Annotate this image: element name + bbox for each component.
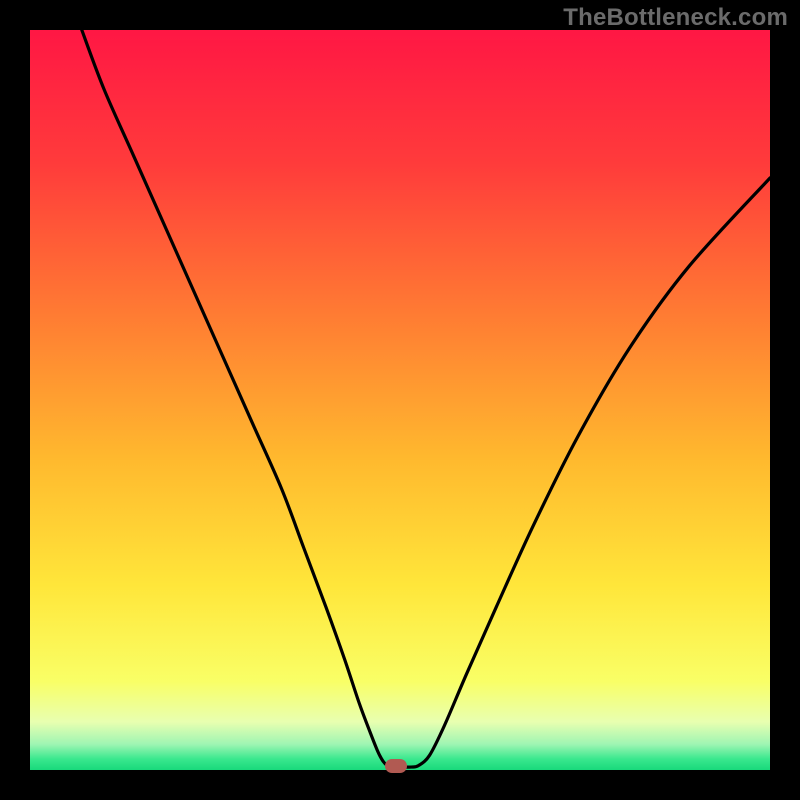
bottleneck-curve — [30, 30, 770, 770]
chart-frame: TheBottleneck.com — [0, 0, 800, 800]
watermark-label: TheBottleneck.com — [563, 4, 788, 32]
plot-area — [30, 30, 770, 770]
optimum-marker — [385, 759, 407, 773]
